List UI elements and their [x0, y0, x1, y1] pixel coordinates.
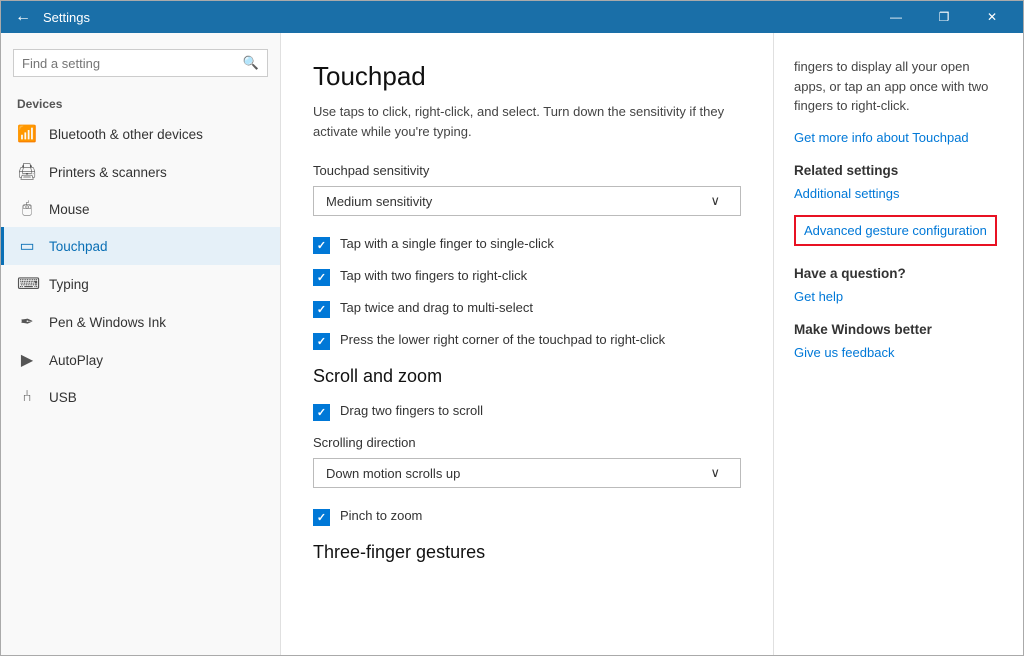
have-question-section: Have a question? Get help: [794, 266, 1003, 304]
sidebar-item-label: Mouse: [49, 202, 90, 217]
checkbox-icon[interactable]: [313, 333, 330, 350]
checkbox-drag-scroll[interactable]: Drag two fingers to scroll: [313, 403, 741, 421]
search-box[interactable]: 🔍: [13, 49, 268, 77]
sidebar-item-autoplay[interactable]: ▶ AutoPlay: [1, 341, 280, 379]
sensitivity-label: Touchpad sensitivity: [313, 163, 741, 178]
checkbox-icon[interactable]: [313, 404, 330, 421]
scrolling-direction-label: Scrolling direction: [313, 435, 741, 450]
page-title: Touchpad: [313, 61, 741, 92]
sidebar-item-bluetooth[interactable]: 📶 Bluetooth & other devices: [1, 115, 280, 153]
titlebar: ← Settings — ❐ ✕: [1, 1, 1023, 33]
mouse-icon: 🖱: [17, 200, 37, 218]
sidebar: 🔍 Devices 📶 Bluetooth & other devices 🖨 …: [1, 33, 281, 655]
give-feedback-link[interactable]: Give us feedback: [794, 345, 894, 360]
sidebar-section-label: Devices: [1, 89, 280, 115]
scroll-zoom-title: Scroll and zoom: [313, 366, 741, 387]
search-input[interactable]: [22, 56, 243, 71]
related-settings-title: Related settings: [794, 163, 1003, 178]
checkbox-label: Pinch to zoom: [340, 508, 422, 523]
sidebar-item-pen[interactable]: ✒ Pen & Windows Ink: [1, 303, 280, 341]
checkbox-multi-select[interactable]: Tap twice and drag to multi-select: [313, 300, 741, 318]
bluetooth-icon: 📶: [17, 124, 37, 144]
checkbox-icon[interactable]: [313, 237, 330, 254]
minimize-button[interactable]: —: [873, 1, 919, 33]
sensitivity-value: Medium sensitivity: [326, 194, 432, 209]
sidebar-item-printers[interactable]: 🖨 Printers & scanners: [1, 153, 280, 191]
checkbox-icon[interactable]: [313, 509, 330, 526]
make-windows-section: Make Windows better Give us feedback: [794, 322, 1003, 360]
sidebar-item-mouse[interactable]: 🖱 Mouse: [1, 191, 280, 227]
sidebar-item-usb[interactable]: ⑃ USB: [1, 379, 280, 415]
make-windows-title: Make Windows better: [794, 322, 1003, 337]
chevron-down-icon: ∨: [710, 193, 720, 209]
checkbox-lower-right[interactable]: Press the lower right corner of the touc…: [313, 332, 741, 350]
back-button[interactable]: ←: [9, 3, 37, 31]
get-help-link[interactable]: Get help: [794, 289, 843, 304]
sidebar-item-label: Pen & Windows Ink: [49, 315, 166, 330]
sidebar-item-label: Touchpad: [49, 239, 108, 254]
sidebar-item-label: Typing: [49, 277, 89, 292]
sidebar-item-typing[interactable]: ⌨ Typing: [1, 265, 280, 303]
minimize-icon: —: [890, 10, 902, 24]
advanced-gesture-link[interactable]: Advanced gesture configuration: [804, 223, 987, 238]
more-info-link[interactable]: Get more info about Touchpad: [794, 130, 969, 145]
page-description: Use taps to click, right-click, and sele…: [313, 102, 741, 141]
checkbox-pinch-zoom[interactable]: Pinch to zoom: [313, 508, 741, 526]
printer-icon: 🖨: [17, 162, 37, 182]
titlebar-controls: — ❐ ✕: [873, 1, 1015, 33]
checkbox-label: Tap with a single finger to single-click: [340, 236, 554, 251]
main-layout: 🔍 Devices 📶 Bluetooth & other devices 🖨 …: [1, 33, 1023, 655]
additional-settings-link[interactable]: Additional settings: [794, 186, 900, 201]
sidebar-item-touchpad[interactable]: ▭ Touchpad: [1, 227, 280, 265]
right-panel: fingers to display all your open apps, o…: [773, 33, 1023, 655]
main-content: Touchpad Use taps to click, right-click,…: [281, 33, 773, 655]
checkbox-label: Tap with two fingers to right-click: [340, 268, 527, 283]
have-question-title: Have a question?: [794, 266, 1003, 281]
checkbox-icon[interactable]: [313, 301, 330, 318]
right-panel-description: fingers to display all your open apps, o…: [794, 57, 1003, 116]
scrolling-direction-dropdown[interactable]: Down motion scrolls up ∨: [313, 458, 741, 488]
restore-button[interactable]: ❐: [921, 1, 967, 33]
settings-window: ← Settings — ❐ ✕ 🔍 Devices 📶 Bluetoo: [0, 0, 1024, 656]
chevron-down-icon: ∨: [710, 465, 720, 481]
sensitivity-dropdown[interactable]: Medium sensitivity ∨: [313, 186, 741, 216]
sidebar-item-label: AutoPlay: [49, 353, 103, 368]
close-button[interactable]: ✕: [969, 1, 1015, 33]
checkbox-icon[interactable]: [313, 269, 330, 286]
three-finger-title: Three-finger gestures: [313, 542, 741, 563]
checkbox-label: Press the lower right corner of the touc…: [340, 332, 665, 347]
advanced-gesture-box[interactable]: Advanced gesture configuration: [794, 215, 997, 246]
typing-icon: ⌨: [17, 274, 37, 294]
autoplay-icon: ▶: [17, 350, 37, 370]
checkbox-right-click[interactable]: Tap with two fingers to right-click: [313, 268, 741, 286]
usb-icon: ⑃: [17, 388, 37, 406]
restore-icon: ❐: [939, 10, 950, 24]
search-icon: 🔍: [243, 55, 259, 71]
sidebar-item-label: USB: [49, 390, 77, 405]
pen-icon: ✒: [17, 312, 37, 332]
checkbox-single-click[interactable]: Tap with a single finger to single-click: [313, 236, 741, 254]
sidebar-item-label: Printers & scanners: [49, 165, 167, 180]
touchpad-icon: ▭: [17, 236, 37, 256]
scrolling-direction-value: Down motion scrolls up: [326, 466, 460, 481]
checkbox-label: Tap twice and drag to multi-select: [340, 300, 533, 315]
titlebar-title: Settings: [43, 10, 873, 25]
sidebar-item-label: Bluetooth & other devices: [49, 127, 203, 142]
close-icon: ✕: [987, 10, 997, 24]
back-icon: ←: [15, 8, 31, 26]
checkbox-label: Drag two fingers to scroll: [340, 403, 483, 418]
